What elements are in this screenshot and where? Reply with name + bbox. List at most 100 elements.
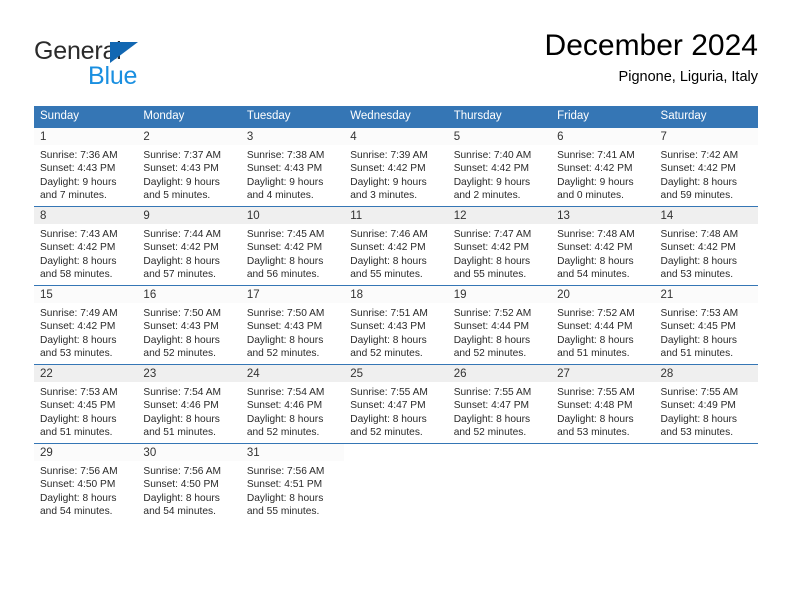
sunrise-time: Sunrise: 7:40 AM [453, 150, 532, 161]
sunrise-time: Sunrise: 7:46 AM [350, 229, 428, 240]
calendar-day-cell[interactable]: 11 Sunrise: 7:46 AM Sunset: 4:42 PM Dayligh… [344, 206, 448, 286]
calendar-day-cell[interactable]: 19 Sunrise: 7:52 AM Sunset: 4:44 PM Dayligh… [447, 285, 552, 365]
sunrise-time: Sunrise: 7:54 AM [143, 387, 222, 398]
calendar-day-cell[interactable]: 23 Sunrise: 7:54 AM Sunset: 4:46 PM Dayligh… [137, 364, 241, 444]
calendar-day-cell[interactable]: 16 Sunrise: 7:50 AM Sunset: 4:43 PM Dayligh… [137, 285, 241, 365]
calendar-day-cell[interactable]: 18 Sunrise: 7:51 AM Sunset: 4:43 PM Dayligh… [344, 285, 448, 365]
calendar-day-cell[interactable]: 26 Sunrise: 7:55 AM Sunset: 4:47 PM Dayligh… [447, 364, 552, 444]
daylight-duration-line1: Daylight: 9 hours [246, 176, 324, 188]
day-details: Sunrise: 7:56 AM Sunset: 4:50 PM Daylight:… [34, 461, 137, 519]
weekday-header-monday: Monday [137, 106, 241, 128]
calendar-day-cell[interactable]: 2 Sunrise: 7:37 AM Sunset: 4:43 PM Daylight… [137, 127, 241, 207]
day-details: Sunrise: 7:38 AM Sunset: 4:43 PM Daylight:… [241, 145, 344, 203]
calendar-week-row: 22 Sunrise: 7:53 AM Sunset: 4:45 PM Dayligh… [34, 364, 758, 444]
calendar-day-cell[interactable]: 7 Sunrise: 7:42 AM Sunset: 4:42 PM Daylight… [654, 127, 758, 207]
calendar-day-cell[interactable]: 4 Sunrise: 7:39 AM Sunset: 4:42 PM Daylight… [344, 127, 448, 207]
calendar-day-cell[interactable]: 29 Sunrise: 7:56 AM Sunset: 4:50 PM Dayligh… [34, 443, 138, 522]
calendar-day-cell[interactable]: 22 Sunrise: 7:53 AM Sunset: 4:45 PM Dayligh… [34, 364, 138, 444]
triangle-logo-icon [110, 42, 138, 63]
day-details: Sunrise: 7:51 AM Sunset: 4:43 PM Daylight:… [344, 303, 447, 361]
location-subtitle: Pignone, Liguria, Italy [618, 69, 758, 85]
calendar-day-cell[interactable]: 8 Sunrise: 7:43 AM Sunset: 4:42 PM Daylight… [34, 206, 138, 286]
daylight-duration-line2: and 52 minutes. [453, 348, 527, 360]
calendar-day-cell[interactable]: 30 Sunrise: 7:56 AM Sunset: 4:50 PM Dayligh… [137, 443, 241, 522]
day-details: Sunrise: 7:39 AM Sunset: 4:42 PM Daylight:… [344, 145, 447, 203]
sunset-time: Sunset: 4:45 PM [660, 321, 736, 333]
calendar-day-cell[interactable]: 5 Sunrise: 7:40 AM Sunset: 4:42 PM Daylight… [447, 127, 552, 207]
sunrise-time: Sunrise: 7:54 AM [246, 387, 325, 398]
calendar-body: 1 Sunrise: 7:36 AM Sunset: 4:43 PM Daylight… [34, 127, 758, 522]
calendar-day-cell[interactable]: 14 Sunrise: 7:48 AM Sunset: 4:42 PM Dayligh… [654, 206, 758, 286]
weekday-header-saturday: Saturday [654, 106, 758, 128]
sunset-time: Sunset: 4:50 PM [143, 479, 219, 491]
calendar-day-cell[interactable]: 20 Sunrise: 7:52 AM Sunset: 4:44 PM Dayligh… [551, 285, 655, 365]
calendar-day-cell[interactable]: 25 Sunrise: 7:55 AM Sunset: 4:47 PM Dayligh… [344, 364, 448, 444]
sunrise-time: Sunrise: 7:44 AM [143, 229, 222, 240]
calendar-day-cell[interactable]: 9 Sunrise: 7:44 AM Sunset: 4:42 PM Daylight… [137, 206, 241, 286]
sunrise-time: Sunrise: 7:49 AM [40, 308, 118, 319]
calendar-day-cell[interactable]: 31 Sunrise: 7:56 AM Sunset: 4:51 PM Dayligh… [240, 443, 345, 522]
sunset-time: Sunset: 4:42 PM [350, 163, 426, 175]
calendar-day-cell[interactable]: 27 Sunrise: 7:55 AM Sunset: 4:48 PM Dayligh… [551, 364, 655, 444]
sunset-time: Sunset: 4:42 PM [660, 163, 736, 175]
daylight-duration-line1: Daylight: 8 hours [350, 334, 427, 346]
sunset-time: Sunset: 4:44 PM [557, 321, 633, 333]
brand-name-blue: Blue [88, 62, 138, 90]
daylight-duration-line2: and 4 minutes. [246, 190, 314, 202]
calendar-day-cell[interactable]: 6 Sunrise: 7:41 AM Sunset: 4:42 PM Daylight… [551, 127, 655, 207]
day-details: Sunrise: 7:37 AM Sunset: 4:43 PM Daylight:… [137, 145, 240, 203]
day-number: 26 [447, 365, 552, 382]
sunrise-time: Sunrise: 7:56 AM [40, 466, 118, 477]
daylight-duration-line2: and 55 minutes. [453, 269, 527, 281]
daylight-duration-line1: Daylight: 8 hours [557, 334, 634, 346]
calendar-day-cell[interactable]: 15 Sunrise: 7:49 AM Sunset: 4:42 PM Dayligh… [34, 285, 138, 365]
day-number: 8 [34, 207, 138, 224]
sunset-time: Sunset: 4:43 PM [40, 163, 116, 175]
day-details: Sunrise: 7:53 AM Sunset: 4:45 PM Daylight:… [34, 382, 137, 440]
calendar-day-cell[interactable]: 13 Sunrise: 7:48 AM Sunset: 4:42 PM Dayligh… [551, 206, 655, 286]
calendar-day-cell[interactable]: 21 Sunrise: 7:53 AM Sunset: 4:45 PM Dayligh… [654, 285, 758, 365]
calendar-day-cell[interactable]: 17 Sunrise: 7:50 AM Sunset: 4:43 PM Dayligh… [240, 285, 345, 365]
day-details: Sunrise: 7:48 AM Sunset: 4:42 PM Daylight:… [551, 224, 654, 282]
daylight-duration-line2: and 2 minutes. [453, 190, 521, 202]
day-details: Sunrise: 7:48 AM Sunset: 4:42 PM Daylight:… [655, 224, 758, 282]
day-number: 11 [344, 207, 448, 224]
daylight-duration-line1: Daylight: 8 hours [143, 492, 220, 504]
day-number: 17 [240, 286, 345, 303]
day-details: Sunrise: 7:44 AM Sunset: 4:42 PM Daylight:… [137, 224, 240, 282]
sunset-time: Sunset: 4:44 PM [453, 321, 530, 333]
calendar-day-cell[interactable]: 10 Sunrise: 7:45 AM Sunset: 4:42 PM Dayligh… [240, 206, 345, 286]
sunset-time: Sunset: 4:42 PM [350, 242, 426, 254]
daylight-duration-line2: and 0 minutes. [557, 190, 624, 202]
sunrise-time: Sunrise: 7:36 AM [40, 150, 118, 161]
day-details: Sunrise: 7:56 AM Sunset: 4:51 PM Daylight:… [241, 461, 344, 519]
day-details: Sunrise: 7:52 AM Sunset: 4:44 PM Daylight:… [448, 303, 551, 361]
day-details: Sunrise: 7:47 AM Sunset: 4:42 PM Daylight:… [448, 224, 551, 282]
calendar-day-cell[interactable]: 1 Sunrise: 7:36 AM Sunset: 4:43 PM Daylight… [34, 127, 138, 207]
daylight-duration-line2: and 53 minutes. [660, 427, 734, 439]
sunrise-time: Sunrise: 7:55 AM [350, 387, 428, 398]
daylight-duration-line1: Daylight: 8 hours [40, 255, 117, 267]
sunrise-time: Sunrise: 7:37 AM [143, 150, 222, 161]
day-details: Sunrise: 7:45 AM Sunset: 4:42 PM Daylight:… [241, 224, 344, 282]
calendar-day-cell[interactable]: 3 Sunrise: 7:38 AM Sunset: 4:43 PM Daylight… [240, 127, 345, 207]
sunrise-time: Sunrise: 7:45 AM [246, 229, 325, 240]
day-number: 4 [344, 128, 448, 145]
weekday-header-sunday: Sunday [34, 106, 138, 128]
day-number: 30 [137, 444, 241, 461]
daylight-duration-line1: Daylight: 9 hours [453, 176, 531, 188]
day-details: Sunrise: 7:36 AM Sunset: 4:43 PM Daylight:… [34, 145, 137, 203]
calendar-day-cell[interactable]: 12 Sunrise: 7:47 AM Sunset: 4:42 PM Dayligh… [447, 206, 552, 286]
brand-logo[interactable]: General Blue [34, 28, 254, 90]
day-number: 16 [137, 286, 241, 303]
sunrise-time: Sunrise: 7:52 AM [557, 308, 635, 319]
sunset-time: Sunset: 4:45 PM [40, 400, 116, 412]
daylight-duration-line1: Daylight: 8 hours [143, 413, 220, 425]
day-number: 10 [240, 207, 345, 224]
daylight-duration-line2: and 53 minutes. [660, 269, 734, 281]
sunrise-time: Sunrise: 7:48 AM [557, 229, 635, 240]
weekday-header-tuesday: Tuesday [240, 106, 345, 128]
calendar-day-cell[interactable]: 24 Sunrise: 7:54 AM Sunset: 4:46 PM Dayligh… [240, 364, 345, 444]
calendar-day-cell[interactable]: 28 Sunrise: 7:55 AM Sunset: 4:49 PM Dayligh… [654, 364, 758, 444]
day-details: Sunrise: 7:40 AM Sunset: 4:42 PM Daylight:… [448, 145, 551, 203]
